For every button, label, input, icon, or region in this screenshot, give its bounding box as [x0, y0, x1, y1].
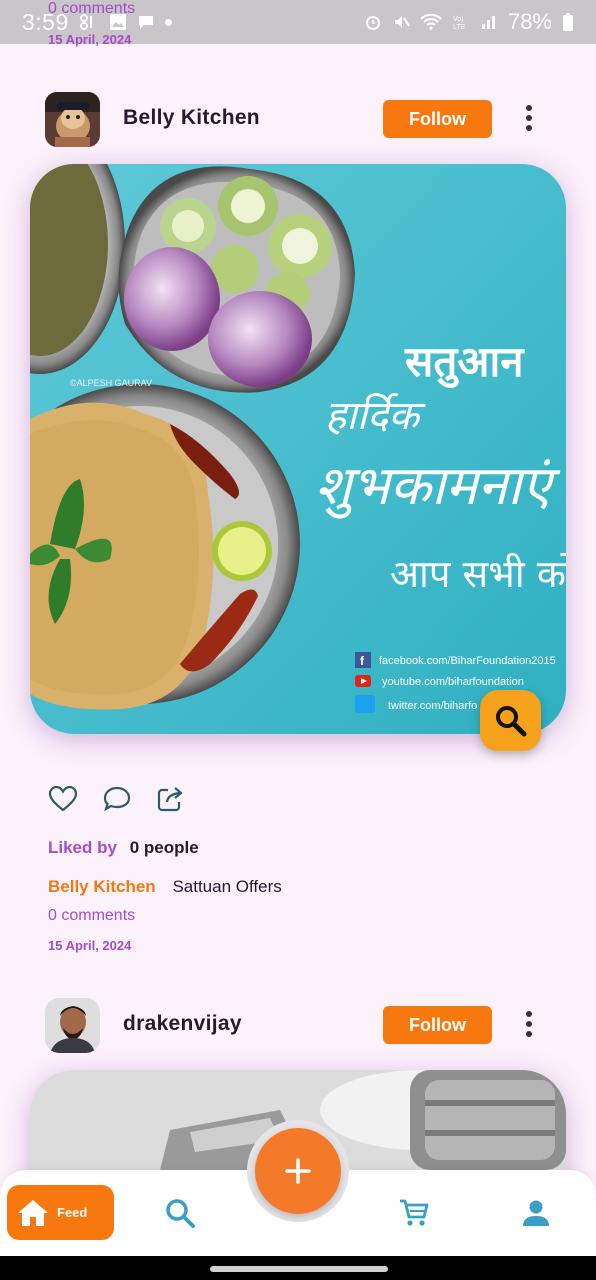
cart-icon: [400, 1199, 429, 1226]
battery-icon: [563, 13, 573, 31]
battery-percent: 78%: [507, 9, 552, 34]
nav-search-tab[interactable]: [164, 1197, 196, 1229]
post-image-content: ©ALPESH GAURAV सतुआन हार्दिक शुभकामनाएं …: [30, 164, 566, 734]
nav-feed-tab[interactable]: Feed: [7, 1185, 114, 1240]
signal-icon: [481, 16, 495, 29]
chat-icon: [138, 16, 153, 29]
image-text-line4: आप सभी को: [390, 552, 566, 596]
post-header: Belly Kitchen Follow: [0, 92, 596, 148]
follow-button[interactable]: Follow: [383, 100, 492, 138]
profile-icon: [523, 1200, 549, 1226]
post-caption: Belly Kitchen Sattuan Offers: [48, 877, 282, 897]
svg-text:Vo): Vo): [453, 16, 464, 23]
nav-profile-tab[interactable]: [520, 1197, 552, 1229]
home-icon: [18, 1199, 48, 1226]
like-icon[interactable]: [48, 785, 78, 813]
post-actions: [48, 785, 186, 813]
nav-feed-label: Feed: [57, 1205, 88, 1220]
likes-summary: Liked by 0 people: [48, 838, 199, 858]
post-username[interactable]: drakenvijay: [123, 1012, 242, 1036]
facebook-link: facebook.com/BiharFoundation2015: [379, 655, 556, 667]
caption-username[interactable]: Belly Kitchen: [48, 877, 156, 896]
home-indicator[interactable]: [210, 1266, 388, 1272]
twitter-link: twitter.com/biharfo: [388, 700, 477, 712]
twitter-icon: [355, 695, 375, 713]
post-image[interactable]: ©ALPESH GAURAV सतुआन हार्दिक शुभकामनाएं …: [30, 164, 566, 734]
share-icon[interactable]: [156, 785, 186, 813]
create-post-button-inner[interactable]: [255, 1128, 341, 1214]
more-options-icon[interactable]: [520, 102, 538, 138]
caption-text: Sattuan Offers: [172, 877, 282, 896]
post-card: Belly Kitchen Follow ©ALPESH GAURAV सतुआ…: [0, 92, 596, 952]
svg-text:LTE: LTE: [453, 24, 466, 31]
search-icon: [166, 1199, 195, 1228]
post-date: 15 April, 2024: [48, 938, 132, 953]
image-text-line2: हार्दिक: [325, 393, 426, 439]
comment-icon[interactable]: [102, 785, 132, 813]
liked-count[interactable]: 0 people: [130, 838, 199, 857]
comments-link[interactable]: 0 comments: [48, 907, 135, 925]
create-post-button[interactable]: [247, 1120, 349, 1222]
mute-icon: [394, 16, 410, 28]
post-header: drakenvijay Follow: [0, 998, 596, 1054]
follow-button[interactable]: Follow: [383, 1006, 492, 1044]
avatar[interactable]: [45, 92, 100, 147]
avatar[interactable]: [45, 998, 100, 1053]
search-zoom-icon: [495, 705, 526, 736]
image-text-line3: शुभकामनाएं: [315, 454, 561, 519]
avatar-image: [45, 998, 100, 1053]
more-options-icon[interactable]: [520, 1008, 538, 1044]
plus-icon: [285, 1158, 311, 1184]
previous-post-comments[interactable]: 0 comments: [48, 0, 135, 18]
notification-dot: [164, 18, 172, 26]
image-text-line1: सतुआन: [404, 337, 525, 388]
zoom-button[interactable]: [480, 690, 541, 751]
post-username[interactable]: Belly Kitchen: [123, 106, 260, 130]
alarm-icon: [365, 16, 380, 30]
image-watermark: ©ALPESH GAURAV: [70, 378, 152, 388]
nav-cart-tab[interactable]: [398, 1197, 430, 1229]
avatar-image: [45, 92, 100, 147]
youtube-link: youtube.com/biharfoundation: [382, 676, 524, 688]
volte-icon: Vo)LTE: [453, 16, 466, 31]
liked-by-label: Liked by: [48, 838, 117, 857]
wifi-icon: [420, 13, 442, 30]
previous-post-date: 15 April, 2024: [48, 32, 132, 47]
